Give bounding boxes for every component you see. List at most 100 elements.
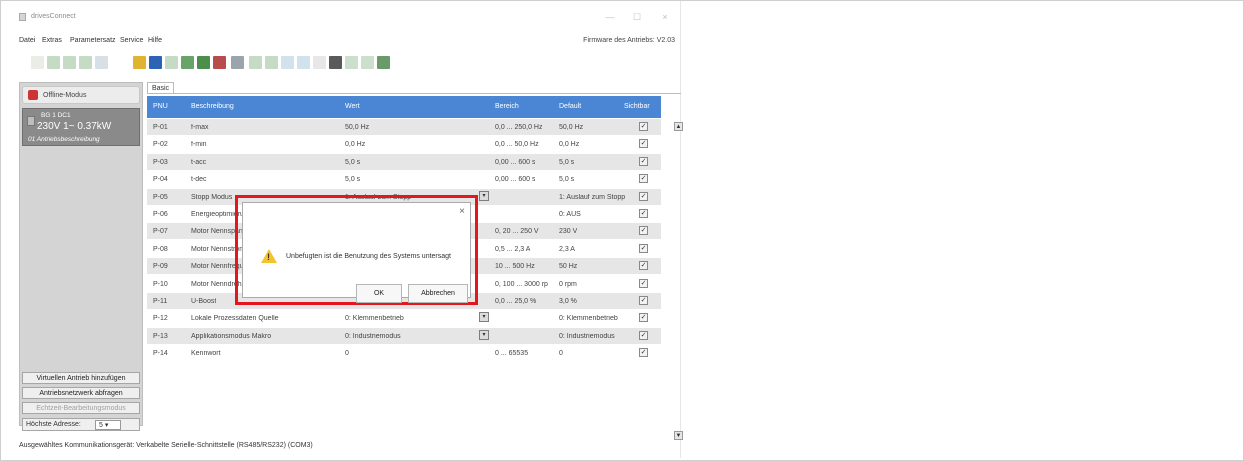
row-pnu: P-07 [153,228,168,236]
visible-checkbox[interactable]: ✓ [639,156,648,166]
row-default: 50,0 Hz [559,124,584,131]
col-beschreibung[interactable]: Beschreibung [191,103,234,110]
row-default: 230 V [559,228,578,236]
trend-icon[interactable] [297,56,310,69]
drive-entry[interactable]: BG 1 DC1 230V 1~ 0.37kW 01 Antriebsbesch… [22,108,140,146]
row-value[interactable]: 0: Industriemodus [345,333,401,340]
row-range: 0,00 ... 600 s [495,158,536,166]
cancel-button[interactable]: Abbrechen [408,284,468,303]
query-network-button[interactable]: Antriebsnetzwerk abfragen [22,387,140,399]
row-value[interactable]: 0: Klemmenbetrieb [345,315,404,322]
chevron-down-icon[interactable]: ▾ [479,329,489,340]
table-row[interactable]: P-12 Lokale Prozessdaten Quelle 0: Klemmen… [147,310,661,327]
download-icon[interactable] [197,56,210,69]
visible-checkbox[interactable]: ✓ [639,296,648,305]
toolbar [31,52,501,74]
row-pnu: P-01 [153,124,168,131]
table-row[interactable]: P-01 f-max 50,0 Hz 0,0 ... 250,0 Hz 50,0 Hz ✓ [147,119,661,135]
drive-write-icon[interactable] [265,56,278,69]
open-folder-icon[interactable] [133,56,146,69]
visible-checkbox[interactable]: ✓ [639,139,648,149]
row-description: U-Boost [191,298,217,305]
visible-checkbox[interactable]: ✓ [639,174,648,184]
write-params-icon[interactable] [47,56,60,69]
row-description: Lokale Prozessdaten Quelle [191,315,279,323]
row-default: 5,0 s [559,176,575,184]
col-pnu[interactable]: PNU [153,103,168,110]
row-default: 0 rpm [559,280,577,288]
row-description: f-max [191,124,209,131]
row-value[interactable]: 0 [345,350,349,357]
row-description: t-acc [191,158,207,166]
add-virtual-drive-button[interactable]: Virtuellen Antrieb hinzufügen [22,372,140,384]
max-address-select[interactable]: 5 ▾ [95,420,121,430]
row-value[interactable]: 0,0 Hz [345,141,365,148]
maximize-button[interactable]: ☐ [630,10,644,24]
wizard-icon[interactable] [361,56,374,69]
visible-checkbox[interactable]: ✓ [639,261,648,271]
export-icon[interactable] [165,56,178,69]
table-row[interactable]: P-04 t-dec 5,0 s 0,00 ... 600 s 5,0 s ✓ [147,171,661,188]
chevron-down-icon[interactable]: ▾ [479,312,489,323]
table-row[interactable]: P-03 t-acc 5,0 s 0,00 ... 600 s 5,0 s ✓ [147,153,661,170]
max-address: Höchste Adresse: 5 ▾ [22,418,140,431]
network-icon[interactable] [329,56,342,69]
table-row[interactable]: P-13 Applikationsmodus Makro 0: Industriem… [147,327,661,344]
table-row[interactable]: P-02 f-min 0,0 Hz 0,0 ... 50,0 Hz 0,0 Hz ✓ [147,136,661,153]
col-bereich[interactable]: Bereich [495,103,519,110]
reset-icon[interactable] [213,56,226,69]
compare-icon[interactable] [79,56,92,69]
drive-read-icon[interactable] [249,56,262,69]
col-wert[interactable]: Wert [345,103,360,110]
copy-drive-icon[interactable] [63,56,76,69]
menu-hilfe[interactable]: Hilfe [148,37,162,44]
upload-icon[interactable] [181,56,194,69]
scope-icon[interactable] [281,56,294,69]
visible-checkbox[interactable]: ✓ [639,348,648,358]
row-description: Stopp Modus [191,193,233,201]
menu-service[interactable]: Service [120,37,143,44]
chevron-down-icon[interactable]: ▾ [479,190,489,201]
visible-checkbox[interactable]: ✓ [639,313,648,323]
row-value[interactable]: 5,0 s [345,159,360,166]
monitor-icon[interactable] [95,56,108,69]
scroll-up-button[interactable]: ▲ [674,122,683,131]
title-bar: drivesConnect — ☐ × [13,1,681,31]
row-range: 10 ... 500 Hz [495,263,535,271]
row-pnu: P-08 [153,245,168,253]
col-sichtbar[interactable]: Sichtbar [624,103,650,110]
scroll-down-button[interactable]: ▼ [674,431,683,440]
row-default: 1: Auslauf zum Stopp [559,193,626,201]
save-icon[interactable] [149,56,162,69]
row-description: Applikationsmodus Makro [191,332,272,340]
visible-checkbox[interactable]: ✓ [639,226,648,236]
menu-extras[interactable]: Extras [42,37,62,44]
row-default: 2,3 A [559,245,575,253]
visible-checkbox[interactable]: ✓ [639,278,648,288]
grid-icon[interactable] [313,56,326,69]
ok-button[interactable]: OK [356,284,402,303]
row-value[interactable]: 5,0 s [345,176,360,183]
row-pnu: P-04 [153,176,168,184]
row-default: 0: Industriemodus [559,332,615,340]
offline-mode-button[interactable]: Offline-Modus [22,86,140,104]
visible-checkbox[interactable]: ✓ [639,243,648,253]
dialog-close-icon[interactable]: × [459,206,465,217]
visible-checkbox[interactable]: ✓ [639,209,648,218]
menu-datei[interactable]: Datei [19,37,35,44]
visible-checkbox[interactable]: ✓ [639,330,648,340]
visible-checkbox[interactable]: ✓ [639,122,648,131]
minimize-button[interactable]: — [603,10,617,24]
col-default[interactable]: Default [559,103,581,110]
table-row[interactable]: P-14 Kennwort 0 0 ... 65535 0 ✓ [147,345,661,362]
read-params-icon[interactable] [31,56,44,69]
menu-parametersatz[interactable]: Parametersatz [70,37,116,44]
print-icon[interactable] [231,56,244,69]
compare-drive-icon[interactable] [345,56,358,69]
realtime-edit-button[interactable]: Echtzeit-Bearbeitungsmodus [22,402,140,414]
visible-checkbox[interactable]: ✓ [639,191,648,201]
close-button[interactable]: × [658,10,672,24]
settings-icon[interactable] [377,56,390,69]
row-value[interactable]: 50,0 Hz [345,124,369,131]
drive-description: 01 Antriebsbeschreibung [28,136,100,143]
